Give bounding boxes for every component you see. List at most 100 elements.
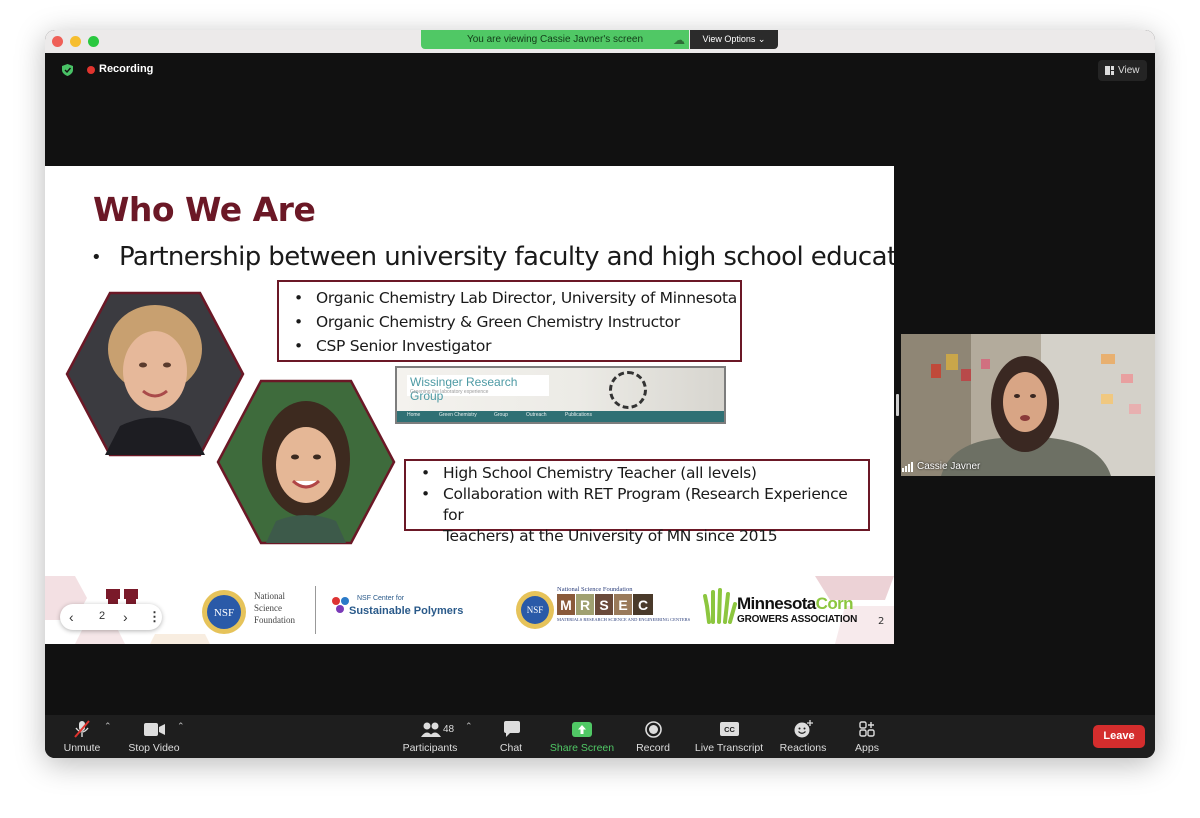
- view-options-label: View Options: [702, 34, 756, 44]
- nsf-logo-badge: NSF: [214, 607, 234, 619]
- chat-button[interactable]: Chat: [493, 715, 529, 758]
- live-transcript-button[interactable]: CC Live Transcript: [693, 715, 765, 758]
- cloud-icon: ☁: [673, 33, 685, 47]
- mrsec-top-text: National Science Foundation: [557, 586, 633, 593]
- apps-icon: [859, 721, 875, 737]
- previous-slide-button[interactable]: ‹: [69, 609, 74, 625]
- next-slide-button[interactable]: ›: [123, 609, 128, 625]
- website-nav-item: Publications: [565, 412, 592, 418]
- participants-count: 48: [443, 724, 455, 735]
- nsf-logo-text: National Science Foundation: [254, 590, 295, 626]
- participants-button[interactable]: Participants: [400, 715, 460, 758]
- slide-title: Who We Are: [93, 190, 316, 229]
- mrsec-letter: R: [580, 597, 590, 613]
- stop-video-label: Stop Video: [128, 742, 180, 754]
- teacher-info-line: Teachers) at the University of MN since …: [443, 527, 778, 545]
- slide-number-input[interactable]: 2: [93, 610, 111, 622]
- slide-main-bullet: • Partnership between university faculty …: [91, 242, 894, 272]
- teacher-photo: [216, 379, 396, 545]
- view-button[interactable]: View: [1098, 60, 1147, 81]
- share-screen-button[interactable]: Share Screen: [548, 715, 616, 758]
- zoom-window: You are viewing Cassie Javner's screen ☁…: [45, 30, 1155, 758]
- speaker-video-tile[interactable]: Cassie Javner: [901, 334, 1155, 476]
- faculty-info-box: Organic Chemistry Lab Director, Universi…: [277, 280, 742, 362]
- nsf-logo: NSF: [202, 590, 246, 634]
- svg-text:CC: CC: [724, 725, 735, 734]
- mrsec-letter: C: [638, 597, 648, 613]
- view-layout-icon: [1105, 66, 1114, 75]
- slide-main-bullet-text: Partnership between university faculty a…: [119, 242, 894, 272]
- title-bar: You are viewing Cassie Javner's screen ☁…: [45, 30, 1155, 53]
- website-nav-item: Outreach: [526, 412, 547, 418]
- participants-label: Participants: [402, 742, 458, 754]
- faculty-info-item: Organic Chemistry Lab Director, Universi…: [294, 286, 740, 310]
- nsf-logo-line: Science: [254, 603, 282, 613]
- video-camera-icon: [144, 723, 165, 736]
- research-group-website-screenshot: Wissinger Research Group Greening the la…: [395, 366, 726, 424]
- viewing-banner: You are viewing Cassie Javner's screen: [421, 30, 689, 49]
- meeting-area: Recording View Who We Are • Partnership b…: [45, 53, 1155, 715]
- bullet-icon: •: [91, 247, 102, 268]
- microphone-muted-icon: [74, 720, 90, 738]
- shared-slide: Who We Are • Partnership between universi…: [45, 166, 894, 644]
- reactions-label: Reactions: [779, 742, 827, 754]
- website-nav-item: Home: [407, 412, 421, 418]
- teacher-info-box: High School Chemistry Teacher (all level…: [404, 459, 870, 545]
- mrsec-letter: S: [599, 597, 608, 613]
- leave-button[interactable]: Leave: [1093, 725, 1145, 748]
- corn-growers-association-text: GROWERS ASSOCIATION: [737, 614, 858, 625]
- meeting-toolbar: Unmute ⌃ Stop Video ⌃ Participants 48 ⌃ …: [45, 715, 1155, 758]
- recording-label[interactable]: Recording: [99, 63, 153, 75]
- website-molecule-graphic: [609, 371, 647, 409]
- logo-divider: [315, 586, 316, 634]
- corn-growers-minnesota: Minnesota: [737, 594, 816, 613]
- csp-logo-small-text: NSF Center for: [357, 595, 405, 602]
- more-options-icon[interactable]: ⋮: [148, 609, 161, 625]
- mrsec-logo: M R S E C: [557, 594, 653, 615]
- csp-logo-mark: [332, 597, 349, 613]
- signal-strength-icon: [902, 462, 913, 472]
- chevron-down-icon: ⌄: [757, 34, 766, 44]
- apps-button[interactable]: Apps: [850, 715, 884, 758]
- record-button[interactable]: Record: [633, 715, 673, 758]
- slide-page-number: 2: [878, 616, 885, 627]
- participants-options-chevron-icon[interactable]: ⌃: [465, 721, 473, 732]
- panel-resize-handle[interactable]: [896, 394, 899, 416]
- website-subtitle: Greening the laboratory experience: [410, 389, 489, 395]
- reactions-button[interactable]: Reactions: [778, 715, 828, 758]
- security-shield-icon[interactable]: [62, 64, 73, 76]
- unmute-label: Unmute: [63, 742, 101, 754]
- close-window-button[interactable]: [52, 36, 63, 47]
- nsf-logo-line: Foundation: [254, 615, 296, 625]
- mrsec-letter: M: [560, 597, 572, 613]
- share-screen-icon: [572, 722, 592, 737]
- slide-footer: ‹ 2 › ⋮ NSF National Science Foundation: [45, 576, 894, 644]
- unmute-button[interactable]: Unmute: [59, 715, 105, 758]
- nsf-small-logo-badge: NSF: [527, 605, 544, 615]
- view-options-button[interactable]: View Options ⌄: [690, 30, 778, 49]
- record-label: Record: [636, 742, 670, 754]
- stop-video-button[interactable]: Stop Video: [124, 715, 184, 758]
- apps-label: Apps: [855, 742, 879, 754]
- recording-dot-icon: [87, 66, 95, 74]
- minimize-window-button[interactable]: [70, 36, 81, 47]
- mrsec-bottom-text: MATERIALS RESEARCH SCIENCE AND ENGINEERI…: [557, 617, 691, 622]
- closed-captions-icon: CC: [720, 722, 739, 736]
- csp-logo-big-text: Sustainable Polymers: [349, 605, 464, 617]
- fullscreen-window-button[interactable]: [88, 36, 99, 47]
- speaker-name: Cassie Javner: [917, 461, 981, 472]
- faculty-info-item: CSP Senior Investigator: [294, 334, 740, 358]
- teacher-info-item: Collaboration with RET Program (Research…: [421, 484, 868, 547]
- website-nav-item: Group: [494, 412, 508, 418]
- website-nav: Home Green Chemistry Group Outreach Publ…: [397, 411, 724, 422]
- video-options-chevron-icon[interactable]: ⌃: [177, 721, 185, 732]
- corn-growers-hand-icon: [703, 588, 737, 624]
- chat-icon: [504, 721, 520, 737]
- participants-icon: [421, 722, 441, 737]
- speaker-video-feed: [901, 334, 1155, 476]
- chat-label: Chat: [499, 742, 523, 754]
- audio-options-chevron-icon[interactable]: ⌃: [104, 721, 112, 732]
- nsf-small-logo: NSF: [516, 591, 554, 629]
- mrsec-letter: E: [618, 597, 627, 613]
- view-button-label: View: [1118, 65, 1140, 76]
